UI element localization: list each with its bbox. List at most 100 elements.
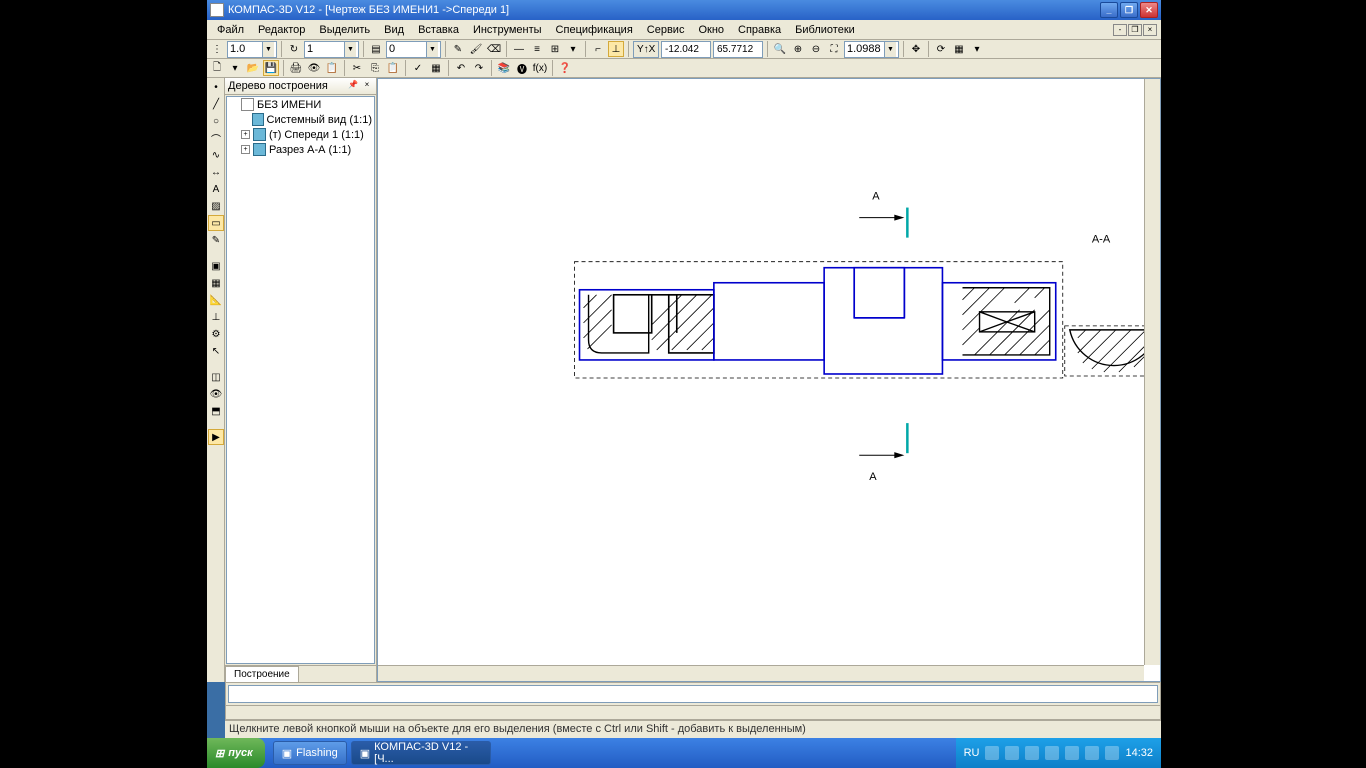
line-style-icon[interactable]: — [511,41,527,57]
layer-combo[interactable]: 0▼ [386,41,441,58]
taskbar-item[interactable]: ▣ Flashing [273,741,347,765]
command-input[interactable] [228,685,1158,703]
doc-restore[interactable]: ❐ [1128,24,1142,36]
tree-item[interactable]: Системный вид (1:1) [227,112,374,127]
constraint-tool-icon[interactable]: ⊥ [208,309,224,325]
new-icon[interactable]: 🗋 [209,60,225,76]
select-tool-icon[interactable]: ↖ [208,343,224,359]
scale-combo[interactable]: 1.0▼ [227,41,277,58]
dimension-tool-icon[interactable]: ↔ [208,164,224,180]
scrollbar-vertical[interactable] [1144,79,1160,665]
scrollbar-horizontal[interactable] [378,665,1144,681]
lang-indicator[interactable]: RU [964,747,980,759]
tray-icon[interactable] [1105,746,1119,760]
grip-icon[interactable]: ⋮ [209,41,225,57]
tray-icon[interactable] [1045,746,1059,760]
viewnum-combo[interactable]: 1▼ [304,41,359,58]
close-button[interactable]: ✕ [1140,2,1158,18]
library-icon[interactable]: 📚 [496,60,512,76]
eraser-icon[interactable]: ⌫ [486,41,502,57]
tree-item[interactable]: + (т) Спереди 1 (1:1) [227,127,374,142]
tray-icon[interactable] [1085,746,1099,760]
spline-tool-icon[interactable]: ∿ [208,147,224,163]
doc-minimize[interactable]: - [1113,24,1127,36]
tray-icon[interactable] [1005,746,1019,760]
point-tool-icon[interactable]: • [208,79,224,95]
zoom-in-icon[interactable]: ⊕ [790,41,806,57]
menu-view[interactable]: Вид [378,22,410,38]
line-tool-icon[interactable]: ╱ [208,96,224,112]
tray-icon[interactable] [985,746,999,760]
tree-close-icon[interactable]: × [361,80,373,92]
expand-icon[interactable]: + [241,130,250,139]
layers-icon[interactable]: ▤ [368,41,384,57]
menu-file[interactable]: Файл [211,22,250,38]
maximize-button[interactable]: ❐ [1120,2,1138,18]
tree-tab-build[interactable]: Построение [225,666,299,682]
rect-tool-icon[interactable]: ▭ [208,215,224,231]
properties-icon[interactable]: 📋 [324,60,340,76]
refresh-icon[interactable]: ↻ [286,41,302,57]
minimize-button[interactable]: _ [1100,2,1118,18]
paste-icon[interactable]: 📋 [385,60,401,76]
param-tool-icon[interactable]: ⚙ [208,326,224,342]
zoom-window-icon[interactable]: 🔍 [772,41,788,57]
new-dropdown-icon[interactable]: ▾ [227,60,243,76]
dropdown-icon[interactable]: ▾ [565,41,581,57]
line-weight-icon[interactable]: ≡ [529,41,545,57]
block-tool-icon[interactable]: ▣ [208,258,224,274]
edit-tool-icon[interactable]: ✎ [208,232,224,248]
menu-edit[interactable]: Редактор [252,22,311,38]
grid-toggle-icon[interactable]: ⊞ [547,41,563,57]
snap-icon[interactable]: ⌐ [590,41,606,57]
tray-icon[interactable] [1025,746,1039,760]
zoom-fit-icon[interactable]: ⛶ [826,41,842,57]
variable-icon[interactable]: 🅥 [514,60,530,76]
taskbar-item[interactable]: ▣ КОМПАС-3D V12 - [Ч... [351,741,491,765]
start-button[interactable]: ⊞пуск [207,738,265,768]
rebuild-icon[interactable]: ⟳ [933,41,949,57]
redraw-icon[interactable]: ▦ [951,41,967,57]
table-tool-icon[interactable]: ▦ [208,275,224,291]
section-tool-icon[interactable]: ⬒ [208,403,224,419]
menu-tools[interactable]: Инструменты [467,22,548,38]
spreadsheet-icon[interactable]: ▦ [428,60,444,76]
coord-x-field[interactable]: -12.042 [661,41,711,58]
menu-service[interactable]: Сервис [641,22,691,38]
tray-icon[interactable] [1065,746,1079,760]
system-tray[interactable]: RU 14:32 [956,738,1161,768]
tree-body[interactable]: БЕЗ ИМЕНИ Системный вид (1:1) + (т) Спер… [226,96,375,664]
text-tool-icon[interactable]: A [208,181,224,197]
brush-icon[interactable]: 🖌 [468,41,484,57]
whatsthis-icon[interactable]: ❓ [557,60,573,76]
cursor-tool-icon[interactable]: ▶ [208,429,224,445]
menu-insert[interactable]: Вставка [412,22,465,38]
3d-tool-icon[interactable]: ◫ [208,369,224,385]
coord-y-field[interactable]: 65.7712 [713,41,763,58]
tree-item[interactable]: + Разрез А-А (1:1) [227,142,374,157]
measure-tool-icon[interactable]: 📐 [208,292,224,308]
copy-icon[interactable]: ⎘ [367,60,383,76]
check-icon[interactable]: ✓ [410,60,426,76]
cut-icon[interactable]: ✂ [349,60,365,76]
save-icon[interactable]: 💾 [263,60,279,76]
tree-pin-icon[interactable]: 📌 [347,80,359,92]
menu-libs[interactable]: Библиотеки [789,22,861,38]
menu-select[interactable]: Выделить [313,22,376,38]
arc-tool-icon[interactable]: ⌒ [208,130,224,146]
undo-icon[interactable]: ↶ [453,60,469,76]
menu-window[interactable]: Окно [692,22,730,38]
pencil-icon[interactable]: ✎ [450,41,466,57]
menu-spec[interactable]: Спецификация [550,22,639,38]
open-icon[interactable]: 📂 [245,60,261,76]
tree-root[interactable]: БЕЗ ИМЕНИ [227,97,374,112]
circle-tool-icon[interactable]: ○ [208,113,224,129]
zoom-out-icon[interactable]: ⊖ [808,41,824,57]
preview-icon[interactable]: 👁 [306,60,322,76]
clock[interactable]: 14:32 [1125,747,1153,759]
view-tool-icon[interactable]: 👁 [208,386,224,402]
zoom-combo[interactable]: 1.0988▼ [844,41,899,58]
print-icon[interactable]: 🖨 [288,60,304,76]
redo-icon[interactable]: ↷ [471,60,487,76]
fx-icon[interactable]: f(x) [532,60,548,76]
